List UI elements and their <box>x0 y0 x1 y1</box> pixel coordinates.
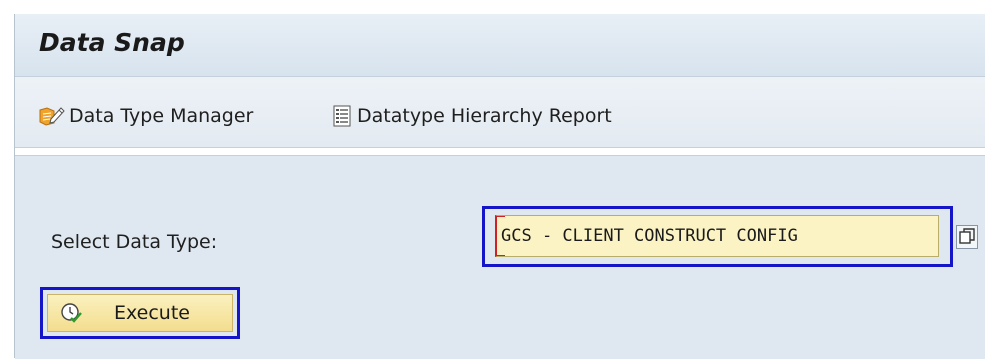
select-data-type-label: Select Data Type: <box>51 231 218 253</box>
page-title: Data Snap <box>39 28 185 57</box>
value-help-icon <box>959 228 975 244</box>
main-window: Data Snap Data Type Manager Datatype Hie… <box>14 14 985 359</box>
execute-clock-check-icon <box>61 303 82 323</box>
data-type-manager-label: Data Type Manager <box>69 105 254 127</box>
data-type-input[interactable]: GCS - CLIENT CONSTRUCT CONFIG <box>495 215 939 257</box>
data-type-manager-button[interactable]: Data Type Manager <box>37 104 253 128</box>
execute-label: Execute <box>114 302 190 324</box>
report-list-icon <box>333 105 351 127</box>
required-marker-top <box>497 216 505 225</box>
selection-screen: Select Data Type: GCS - CLIENT CONSTRUCT… <box>15 155 985 359</box>
data-type-field-highlight: GCS - CLIENT CONSTRUCT CONFIG <box>482 206 953 267</box>
execute-button-highlight: Execute <box>40 287 240 339</box>
edit-pencil-icon <box>39 107 65 126</box>
application-toolbar: Data Type Manager Datatype Hierarchy Rep… <box>15 77 985 148</box>
data-type-input-value: GCS - CLIENT CONSTRUCT CONFIG <box>501 226 798 246</box>
datatype-hierarchy-report-button[interactable]: Datatype Hierarchy Report <box>331 104 612 128</box>
value-help-button[interactable] <box>956 225 978 249</box>
execute-button[interactable]: Execute <box>47 294 233 332</box>
datatype-hierarchy-report-label: Datatype Hierarchy Report <box>357 105 612 127</box>
required-marker-bottom <box>497 247 505 256</box>
title-bar: Data Snap <box>15 14 985 77</box>
